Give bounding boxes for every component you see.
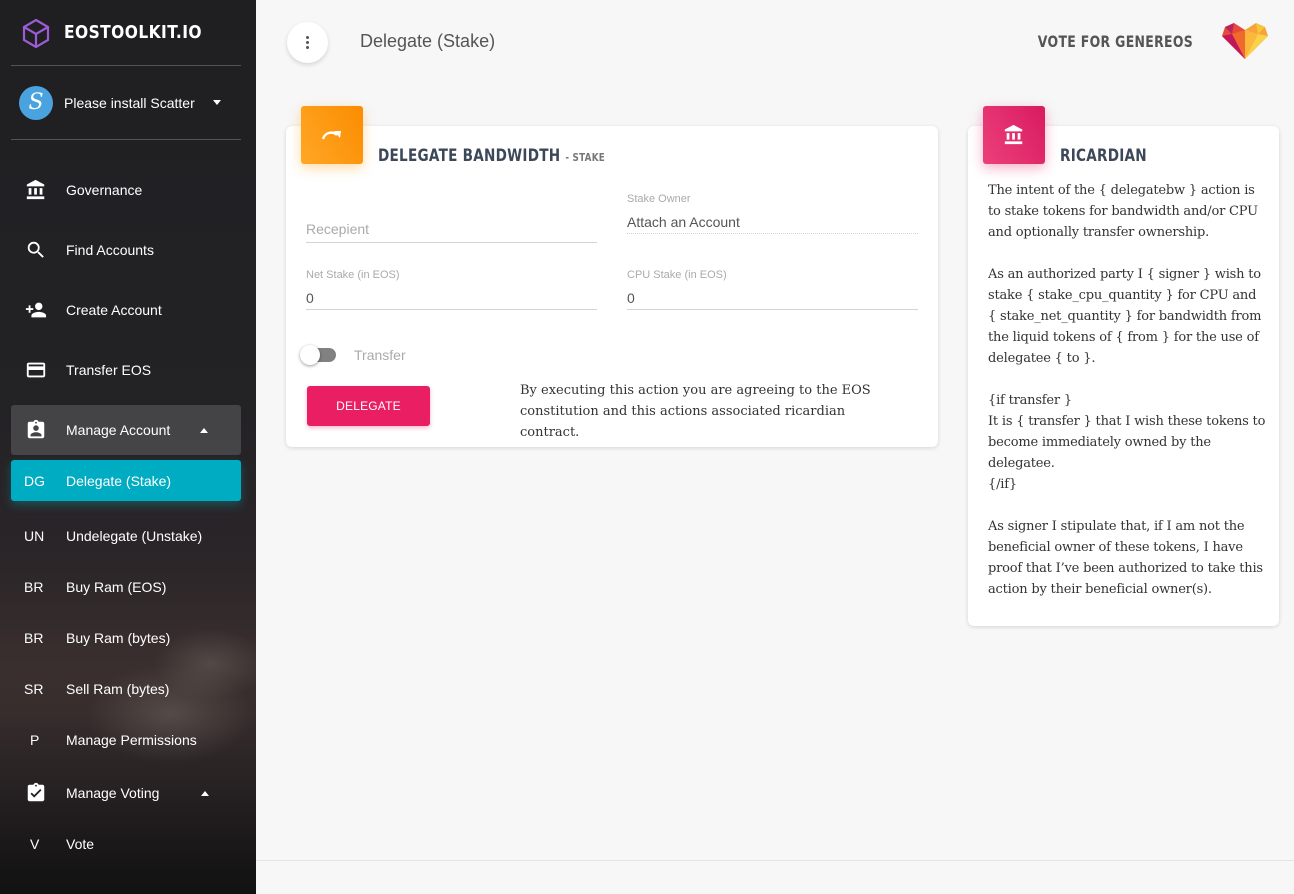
person-add-icon [24,298,48,322]
cpu-stake-input[interactable]: 0 [627,283,918,309]
user-label: Please install Scatter [64,94,195,111]
sidebar-subitem-undelegate[interactable]: UN Undelegate (Unstake) [0,510,256,561]
recipient-input[interactable]: Recepient [306,216,597,242]
input-underline [627,309,918,310]
sidebar-nav: Governance Find Accounts Create Account … [0,140,256,867]
net-stake-input[interactable]: 0 [306,283,597,309]
sidebar-subitem-manage-permissions[interactable]: P Manage Permissions [0,714,256,765]
toggle-knob [300,345,320,365]
brand[interactable]: EOSTOOLKIT.IO [0,0,256,65]
toggle-track[interactable] [300,345,336,365]
recipient-field[interactable]: Recepient [306,202,597,243]
sidebar-subitem-abbr: BR [24,578,44,595]
delegate-button[interactable]: DELEGATE [307,386,430,426]
sidebar-subitem-vote[interactable]: V Vote [0,821,256,867]
topbar: Delegate (Stake) VOTE FOR GENEREOS [256,0,1294,85]
card-subtitle: - STAKE [565,151,606,164]
sidebar-item-create-account[interactable]: Create Account [0,280,256,340]
sidebar-subitem-abbr: BR [24,629,44,646]
sidebar-item-find-accounts[interactable]: Find Accounts [0,220,256,280]
caret-up-icon [200,427,209,433]
sidebar-subitem-buy-ram-bytes[interactable]: BR Buy Ram (bytes) [0,612,256,663]
sidebar-subitem-label: Sell Ram (bytes) [66,680,170,697]
sidebar-subitem-buy-ram-eos[interactable]: BR Buy Ram (EOS) [0,561,256,612]
stake-owner-label: Stake Owner [627,193,691,205]
cube-icon [22,18,50,48]
ricardian-text: The intent of the { delegatebw } action … [988,183,1266,597]
sidebar-item-manage-voting[interactable]: Manage Voting [0,765,256,821]
ricardian-card: RICARDIAN The intent of the { delegatebw… [968,106,1279,626]
caret-up-icon [201,790,210,796]
sidebar-subitem-label: Buy Ram (EOS) [66,578,167,595]
brand-name: EOSTOOLKIT.IO [64,22,202,43]
sidebar-subitem-sell-ram-bytes[interactable]: SR Sell Ram (bytes) [0,663,256,714]
search-icon [24,238,48,262]
sidebar-subitem-abbr: UN [24,527,45,544]
recipient-label [306,202,597,216]
sidebar: EOSTOOLKIT.IO S Please install Scatter G… [0,0,256,894]
more-vert-icon [306,36,309,49]
sidebar-item-transfer-eos[interactable]: Transfer EOS [0,340,256,400]
footer-divider [256,860,1294,861]
sidebar-item-label: Manage Voting [66,785,160,801]
net-stake-label: Net Stake (in EOS) [306,269,400,281]
page-title: Delegate (Stake) [360,31,496,51]
sidebar-subitem-label: Undelegate (Unstake) [66,527,203,544]
scatter-avatar-icon: S [19,85,53,120]
sidebar-subitem-abbr: V [30,836,40,852]
sidebar-item-label: Create Account [66,302,162,318]
sidebar-subitem-label: Delegate (Stake) [66,472,172,489]
net-stake-field[interactable]: Net Stake (in EOS) 0 [306,269,597,310]
bank-icon [983,106,1045,164]
stake-owner-select[interactable]: Attach an Account [627,207,918,233]
assignment-turned-in-icon [24,781,48,805]
sidebar-item-label: Governance [66,182,143,198]
sidebar-subitem-label: Vote [66,836,95,852]
caret-down-icon [212,100,221,105]
credit-card-icon [24,358,48,382]
card-title: RICARDIAN [1060,146,1147,166]
sidebar-item-label: Find Accounts [66,242,154,258]
sidebar-subitem-delegate[interactable]: DG Delegate (Stake) [11,460,241,501]
agreement-text: By executing this action you are agreein… [520,383,871,440]
transfer-label: Transfer [354,347,406,363]
sidebar-subitem-abbr: P [30,731,40,748]
sidebar-item-governance[interactable]: Governance [0,160,256,220]
sidebar-subitem-label: Buy Ram (bytes) [66,629,171,646]
cpu-stake-field[interactable]: CPU Stake (in EOS) 0 [627,269,918,310]
assignment-ind-icon [24,418,48,442]
transfer-toggle[interactable]: Transfer [300,345,406,365]
sidebar-item-manage-account[interactable]: Manage Account [11,405,241,455]
stake-owner-field[interactable]: Stake Owner Attach an Account [627,193,918,234]
sidebar-subitem-abbr: DG [24,472,45,489]
sidebar-subitem-abbr: SR [24,680,44,697]
card-title-text: DELEGATE BANDWIDTH [378,146,561,166]
delegate-bandwidth-card: DELEGATE BANDWIDTH - STAKE Recepient Sta… [286,106,938,447]
cpu-stake-label: CPU Stake (in EOS) [627,269,727,281]
sidebar-item-label: Manage Account [66,422,171,438]
input-underline [306,309,597,310]
bank-icon [24,178,48,202]
heart-logo-icon[interactable] [1222,22,1268,60]
sidebar-item-label: Transfer EOS [66,362,152,378]
more-menu-button[interactable] [287,22,328,63]
input-underline [306,242,597,243]
card-title: DELEGATE BANDWIDTH - STAKE [378,146,605,166]
user-menu[interactable]: S Please install Scatter [0,66,256,139]
redo-arrow-icon [301,106,363,164]
vote-for-genereos-link[interactable]: VOTE FOR GENEREOS [1038,32,1193,51]
sidebar-subitem-label: Manage Permissions [66,731,197,748]
